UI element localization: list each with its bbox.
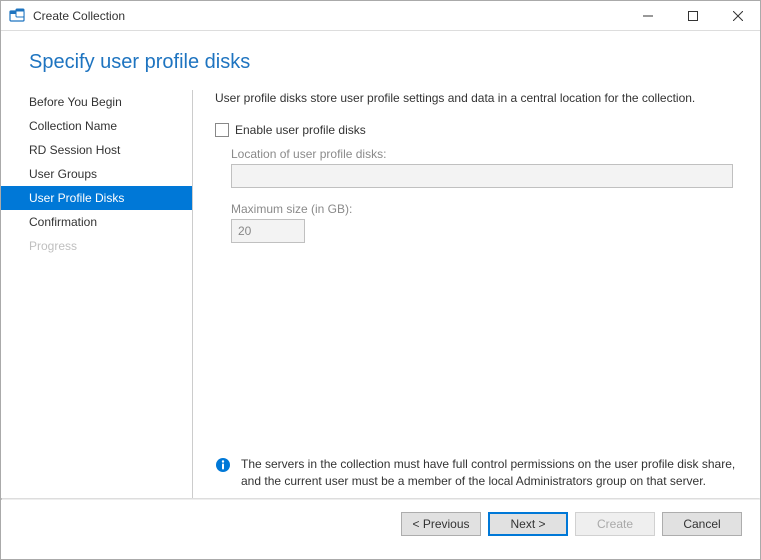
sidebar-item-collection-name[interactable]: Collection Name (1, 114, 192, 138)
wizard-sidebar: Before You Begin Collection Name RD Sess… (1, 90, 193, 498)
sidebar-item-before-you-begin[interactable]: Before You Begin (1, 90, 192, 114)
enable-profile-disks-label: Enable user profile disks (235, 123, 366, 137)
maxsize-input[interactable] (231, 219, 305, 243)
sidebar-item-user-groups[interactable]: User Groups (1, 162, 192, 186)
close-button[interactable] (715, 1, 760, 30)
page-title: Specify user profile disks (29, 51, 760, 74)
previous-button[interactable]: < Previous (401, 512, 481, 536)
location-input[interactable] (231, 164, 733, 188)
footer-buttons: < Previous Next > Create Cancel (1, 500, 760, 548)
sidebar-item-user-profile-disks[interactable]: User Profile Disks (1, 186, 192, 210)
description-text: User profile disks store user profile se… (215, 90, 738, 107)
page-header: Specify user profile disks (1, 31, 760, 90)
sidebar-item-progress: Progress (1, 234, 192, 258)
titlebar: Create Collection (1, 1, 760, 31)
enable-profile-disks-checkbox[interactable] (215, 123, 229, 137)
main-panel: User profile disks store user profile se… (193, 90, 760, 498)
enable-profile-disks-checkbox-row[interactable]: Enable user profile disks (215, 123, 738, 137)
app-icon (9, 8, 25, 24)
content-area: Before You Begin Collection Name RD Sess… (1, 90, 760, 498)
info-text: The servers in the collection must have … (241, 456, 738, 490)
info-row: The servers in the collection must have … (215, 446, 738, 498)
next-button[interactable]: Next > (488, 512, 568, 536)
minimize-button[interactable] (625, 1, 670, 30)
maximize-button[interactable] (670, 1, 715, 30)
create-button[interactable]: Create (575, 512, 655, 536)
cancel-button[interactable]: Cancel (662, 512, 742, 536)
sidebar-item-confirmation[interactable]: Confirmation (1, 210, 192, 234)
window-controls (625, 1, 760, 30)
maxsize-label: Maximum size (in GB): (231, 202, 738, 216)
sidebar-item-rd-session-host[interactable]: RD Session Host (1, 138, 192, 162)
window-title: Create Collection (33, 9, 625, 23)
location-label: Location of user profile disks: (231, 147, 738, 161)
info-icon (215, 457, 231, 476)
